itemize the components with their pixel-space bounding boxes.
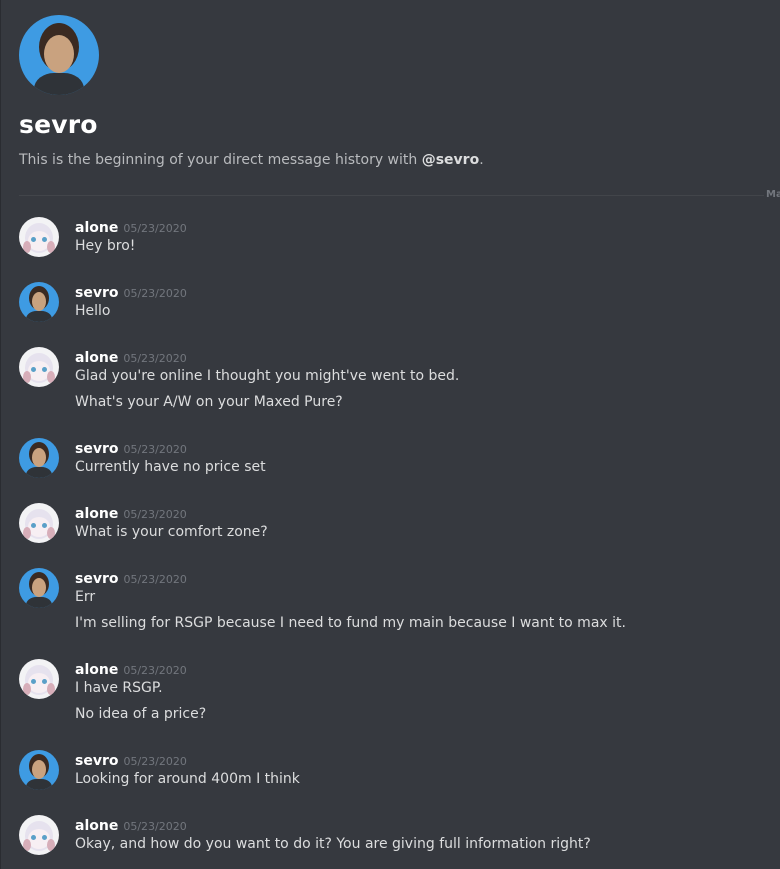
- avatar[interactable]: [19, 568, 59, 608]
- author-name[interactable]: alone: [75, 506, 118, 522]
- dm-intro-suffix: .: [479, 152, 484, 168]
- avatar[interactable]: [19, 347, 59, 387]
- avatar[interactable]: [19, 659, 59, 699]
- author-name[interactable]: alone: [75, 220, 118, 236]
- author-name[interactable]: sevro: [75, 285, 118, 301]
- message-text: Glad you're online I thought you might'v…: [75, 368, 460, 384]
- message-text: I'm selling for RSGP because I need to f…: [75, 615, 626, 631]
- author-name[interactable]: alone: [75, 350, 118, 366]
- message-header: alone 05/23/2020: [75, 503, 187, 522]
- avatar[interactable]: [19, 438, 59, 478]
- message-text: Looking for around 400m I think: [75, 771, 300, 787]
- avatar[interactable]: [19, 503, 59, 543]
- author-name[interactable]: alone: [75, 662, 118, 678]
- timestamp: 05/23/2020: [123, 222, 187, 235]
- date-divider: [19, 195, 764, 196]
- message-text: Okay, and how do you want to do it? You …: [75, 836, 591, 852]
- message-header: alone 05/23/2020: [75, 347, 187, 366]
- message-text: Hello: [75, 303, 111, 319]
- timestamp: 05/23/2020: [123, 352, 187, 365]
- timestamp: 05/23/2020: [123, 443, 187, 456]
- message-text: Err: [75, 589, 96, 605]
- message-text: No idea of a price?: [75, 706, 207, 722]
- message-text: Currently have no price set: [75, 459, 266, 475]
- author-name[interactable]: sevro: [75, 441, 118, 457]
- message-text: What is your comfort zone?: [75, 524, 268, 540]
- date-divider-label: Ma: [766, 189, 780, 200]
- message-text: What's your A/W on your Maxed Pure?: [75, 394, 343, 410]
- timestamp: 05/23/2020: [123, 287, 187, 300]
- avatar[interactable]: [19, 217, 59, 257]
- timestamp: 05/23/2020: [123, 573, 187, 586]
- message-header: sevro 05/23/2020: [75, 282, 187, 301]
- user-mention[interactable]: @sevro: [422, 152, 479, 168]
- message-text: Hey bro!: [75, 238, 136, 254]
- message-header: alone 05/23/2020: [75, 659, 187, 678]
- dm-intro-text: This is the beginning of your direct mes…: [19, 152, 422, 168]
- dm-header: sevro This is the beginning of your dire…: [19, 15, 759, 168]
- timestamp: 05/23/2020: [123, 820, 187, 833]
- message-text: I have RSGP.: [75, 680, 163, 696]
- message-header: alone 05/23/2020: [75, 217, 187, 236]
- avatar[interactable]: [19, 750, 59, 790]
- avatar[interactable]: [19, 15, 99, 95]
- author-name[interactable]: sevro: [75, 571, 118, 587]
- left-border: [0, 0, 1, 869]
- message-header: sevro 05/23/2020: [75, 438, 187, 457]
- author-name[interactable]: sevro: [75, 753, 118, 769]
- message-header: sevro 05/23/2020: [75, 750, 187, 769]
- timestamp: 05/23/2020: [123, 664, 187, 677]
- dm-intro: This is the beginning of your direct mes…: [19, 152, 484, 168]
- page-title: sevro: [19, 110, 98, 139]
- message-header: sevro 05/23/2020: [75, 568, 187, 587]
- message-header: alone 05/23/2020: [75, 815, 187, 834]
- avatar[interactable]: [19, 282, 59, 322]
- author-name[interactable]: alone: [75, 818, 118, 834]
- avatar[interactable]: [19, 815, 59, 855]
- timestamp: 05/23/2020: [123, 755, 187, 768]
- timestamp: 05/23/2020: [123, 508, 187, 521]
